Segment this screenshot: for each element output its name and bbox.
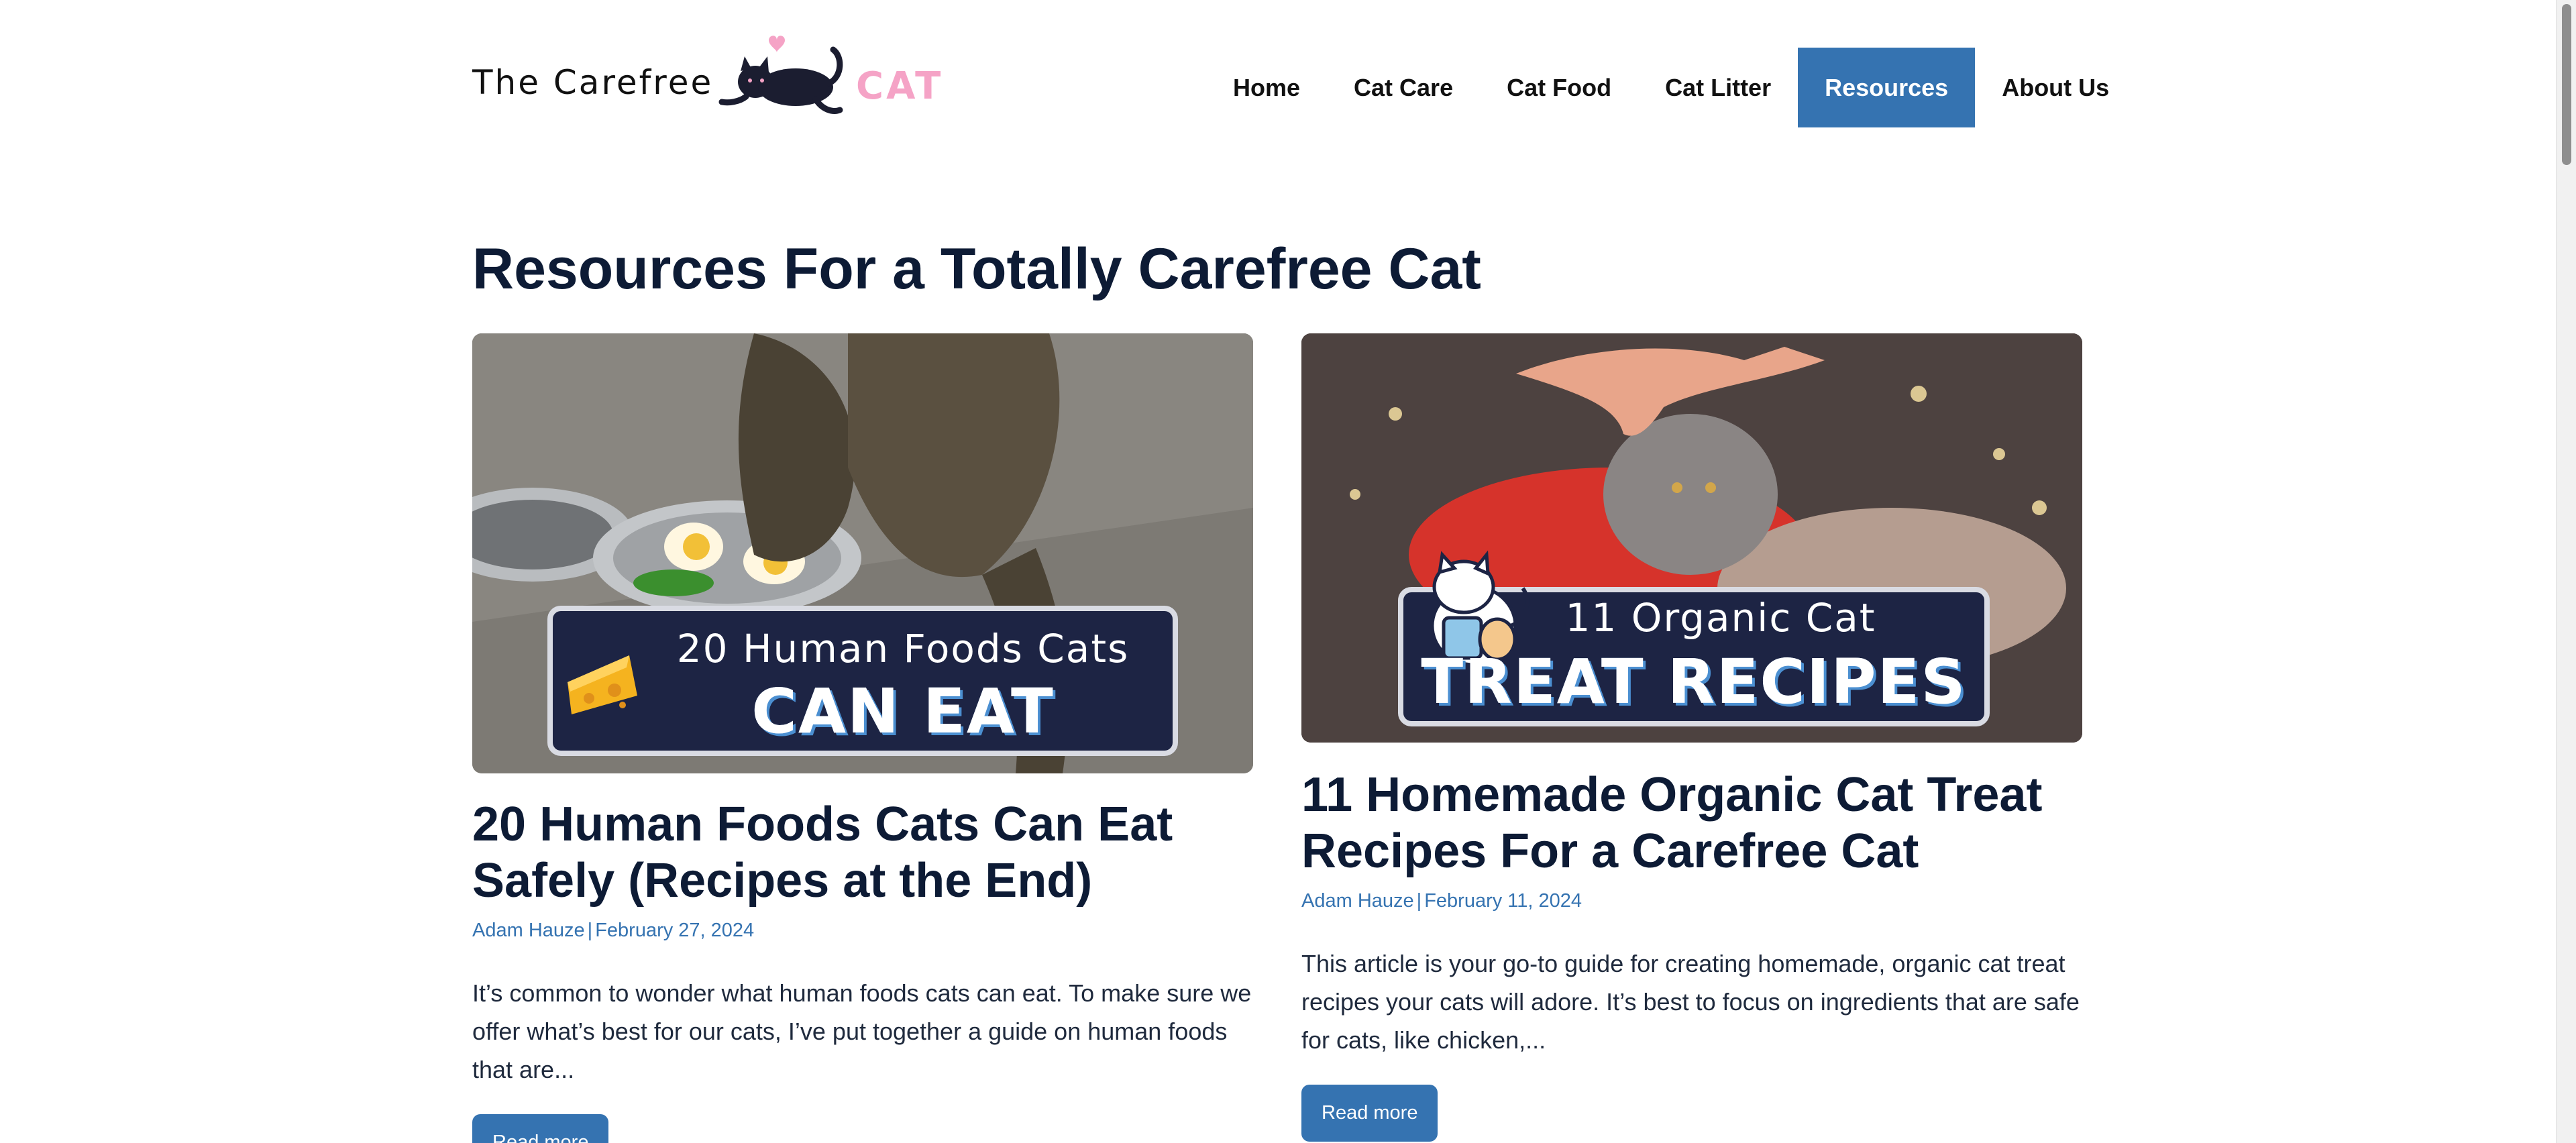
post-image-banner: 11 Organic Cat TREAT RECIPES (1398, 550, 1990, 726)
post-card: 11 Organic Cat TREAT RECIPES 11 Homemade… (1301, 333, 2082, 1142)
banner-subtitle: 11 Organic Cat (1565, 595, 1876, 641)
post-date: February 11, 2024 (1424, 890, 1582, 912)
post-title[interactable]: 20 Human Foods Cats Can Eat Safely (Reci… (472, 796, 1253, 909)
post-author[interactable]: Adam Hauze (472, 920, 585, 941)
post-thumbnail[interactable]: 20 Human Foods Cats CAN EAT (472, 333, 1253, 773)
logo-text: The Carefree (472, 63, 714, 102)
cat-logo-icon (718, 36, 843, 114)
scrollbar-thumb[interactable] (2562, 4, 2571, 165)
nav-item-resources[interactable]: Resources (1798, 48, 1976, 127)
post-image-banner: 20 Human Foods Cats CAN EAT (547, 606, 1178, 756)
meta-separator: | (1416, 890, 1422, 912)
post-date: February 27, 2024 (595, 920, 755, 941)
site-logo[interactable]: The Carefree CAT (472, 30, 941, 123)
post-excerpt: It’s common to wonder what human foods c… (472, 979, 1252, 1083)
heart-icon (769, 36, 785, 52)
read-more-button[interactable]: Read more (472, 1114, 609, 1143)
read-more-button[interactable]: Read more (1301, 1085, 1438, 1142)
nav-item-cat-litter[interactable]: Cat Litter (1638, 48, 1798, 127)
banner-headline: CAN EAT (751, 675, 1055, 747)
meta-separator: | (587, 920, 593, 941)
logo-accent-text: CAT (856, 64, 944, 108)
post-excerpt: This article is your go-to guide for cre… (1301, 950, 2080, 1054)
page-title: Resources For a Totally Carefree Cat (472, 237, 1481, 301)
nav-item-cat-care[interactable]: Cat Care (1327, 48, 1480, 127)
main-nav: Home Cat Care Cat Food Cat Litter Resour… (1206, 48, 2136, 127)
nav-item-home[interactable]: Home (1206, 48, 1327, 127)
nav-item-about-us[interactable]: About Us (1975, 48, 2136, 127)
nav-item-cat-food[interactable]: Cat Food (1480, 48, 1638, 127)
post-thumbnail[interactable]: 11 Organic Cat TREAT RECIPES (1301, 333, 2082, 743)
post-author[interactable]: Adam Hauze (1301, 890, 1414, 912)
post-title[interactable]: 11 Homemade Organic Cat Treat Recipes Fo… (1301, 767, 2082, 879)
post-meta: Adam Hauze | February 11, 2024 (1301, 890, 2082, 912)
post-meta: Adam Hauze | February 27, 2024 (472, 920, 1253, 942)
banner-headline: TREAT RECIPES (1421, 646, 1967, 718)
page-scrollbar[interactable] (2556, 0, 2576, 1143)
post-card: 20 Human Foods Cats CAN EAT 20 Human Foo… (472, 333, 1253, 1143)
banner-subtitle: 20 Human Foods Cats (676, 626, 1130, 671)
